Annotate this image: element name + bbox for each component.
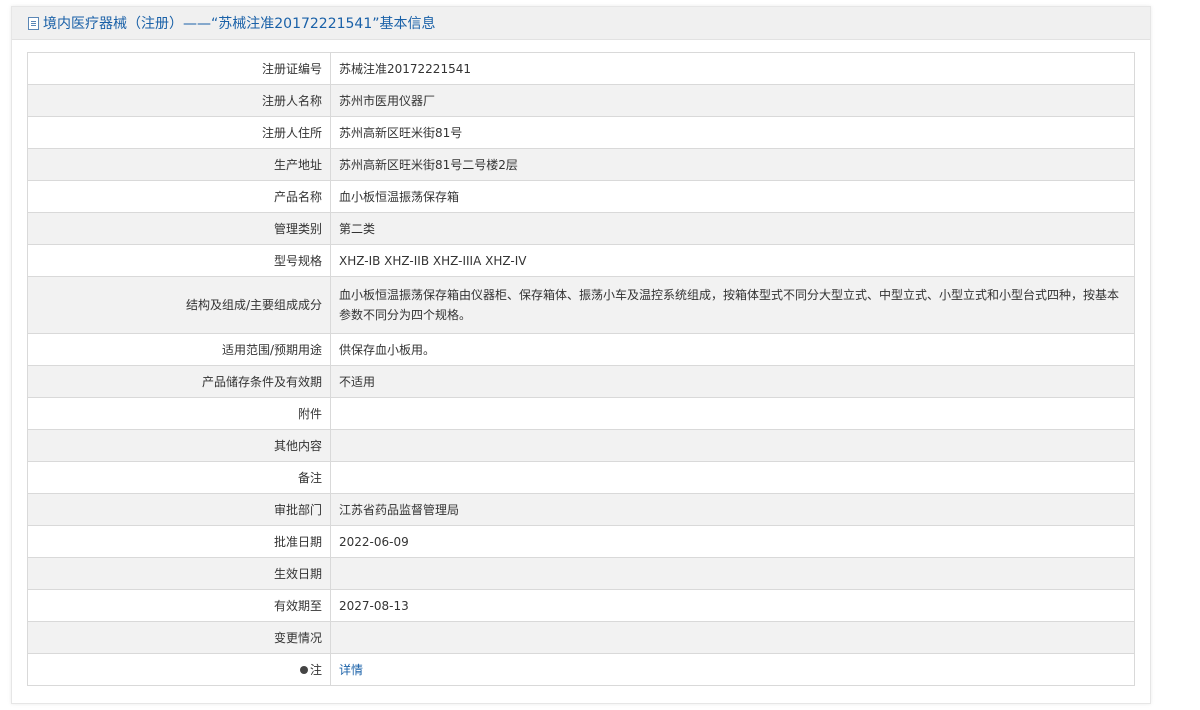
- row-value: 第二类: [330, 212, 1135, 245]
- table-row: 审批部门 江苏省药品监督管理局: [27, 493, 1135, 526]
- table-row: 型号规格 XHZ-IB XHZ-IIB XHZ-IIIA XHZ-IV: [27, 244, 1135, 277]
- info-table-wrapper: 注册证编号 苏械注准20172221541 注册人名称 苏州市医用仪器厂 注册人…: [27, 52, 1135, 686]
- row-label: 备注: [27, 461, 331, 494]
- row-label: 注册人名称: [27, 84, 331, 117]
- table-row: 批准日期 2022-06-09: [27, 525, 1135, 558]
- table-row: 产品名称 血小板恒温振荡保存箱: [27, 180, 1135, 213]
- row-label: 生效日期: [27, 557, 331, 590]
- table-row: 生产地址 苏州高新区旺米街81号二号楼2层: [27, 148, 1135, 181]
- row-label: 注册人住所: [27, 116, 331, 149]
- table-row: 适用范围/预期用途 供保存血小板用。: [27, 333, 1135, 366]
- row-label: 有效期至: [27, 589, 331, 622]
- row-value: 江苏省药品监督管理局: [330, 493, 1135, 526]
- row-label: 附件: [27, 397, 331, 430]
- table-row: 结构及组成/主要组成成分 血小板恒温振荡保存箱由仪器柜、保存箱体、振荡小车及温控…: [27, 276, 1135, 334]
- row-value: 详情: [330, 653, 1135, 686]
- row-label: 产品储存条件及有效期: [27, 365, 331, 398]
- row-value: [330, 557, 1135, 590]
- row-value: [330, 461, 1135, 494]
- row-label: 结构及组成/主要组成成分: [27, 276, 331, 334]
- table-row: 其他内容: [27, 429, 1135, 462]
- registration-info-panel: 境内医疗器械（注册）——“苏械注准20172221541”基本信息 注册证编号 …: [11, 6, 1151, 704]
- row-label: 生产地址: [27, 148, 331, 181]
- table-row: 产品储存条件及有效期 不适用: [27, 365, 1135, 398]
- note-label-cell: 注: [27, 653, 331, 686]
- row-label: 型号规格: [27, 244, 331, 277]
- bulb-icon: [299, 665, 308, 674]
- row-label: 产品名称: [27, 180, 331, 213]
- row-label: 批准日期: [27, 525, 331, 558]
- table-row: 生效日期: [27, 557, 1135, 590]
- row-value: [330, 621, 1135, 654]
- table-row: 管理类别 第二类: [27, 212, 1135, 245]
- row-value: [330, 429, 1135, 462]
- table-row: 附件: [27, 397, 1135, 430]
- row-label: 其他内容: [27, 429, 331, 462]
- table-row: 变更情况: [27, 621, 1135, 654]
- row-value: 血小板恒温振荡保存箱: [330, 180, 1135, 213]
- table-row: 有效期至 2027-08-13: [27, 589, 1135, 622]
- document-icon: [28, 16, 39, 30]
- row-value: 苏州高新区旺米街81号: [330, 116, 1135, 149]
- row-label: 审批部门: [27, 493, 331, 526]
- row-value: [330, 397, 1135, 430]
- row-value: 2022-06-09: [330, 525, 1135, 558]
- details-link[interactable]: 详情: [339, 663, 363, 677]
- table-row: 注 详情: [27, 653, 1135, 686]
- table-row: 注册证编号 苏械注准20172221541: [27, 52, 1135, 85]
- row-label: 变更情况: [27, 621, 331, 654]
- row-value: XHZ-IB XHZ-IIB XHZ-IIIA XHZ-IV: [330, 244, 1135, 277]
- row-value: 供保存血小板用。: [330, 333, 1135, 366]
- table-row: 注册人住所 苏州高新区旺米街81号: [27, 116, 1135, 149]
- table-row: 注册人名称 苏州市医用仪器厂: [27, 84, 1135, 117]
- row-label: 管理类别: [27, 212, 331, 245]
- table-row: 备注: [27, 461, 1135, 494]
- row-value: 苏州市医用仪器厂: [330, 84, 1135, 117]
- info-table: 注册证编号 苏械注准20172221541 注册人名称 苏州市医用仪器厂 注册人…: [27, 52, 1135, 686]
- row-value: 苏州高新区旺米街81号二号楼2层: [330, 148, 1135, 181]
- row-label: 注册证编号: [27, 52, 331, 85]
- row-value: 不适用: [330, 365, 1135, 398]
- row-label: 适用范围/预期用途: [27, 333, 331, 366]
- row-value: 苏械注准20172221541: [330, 52, 1135, 85]
- page-title: 境内医疗器械（注册）——“苏械注准20172221541”基本信息: [43, 16, 436, 32]
- row-value: 血小板恒温振荡保存箱由仪器柜、保存箱体、振荡小车及温控系统组成，按箱体型式不同分…: [330, 276, 1135, 334]
- row-label: 注: [309, 662, 322, 677]
- panel-header: 境内医疗器械（注册）——“苏械注准20172221541”基本信息: [12, 7, 1150, 40]
- row-value: 2027-08-13: [330, 589, 1135, 622]
